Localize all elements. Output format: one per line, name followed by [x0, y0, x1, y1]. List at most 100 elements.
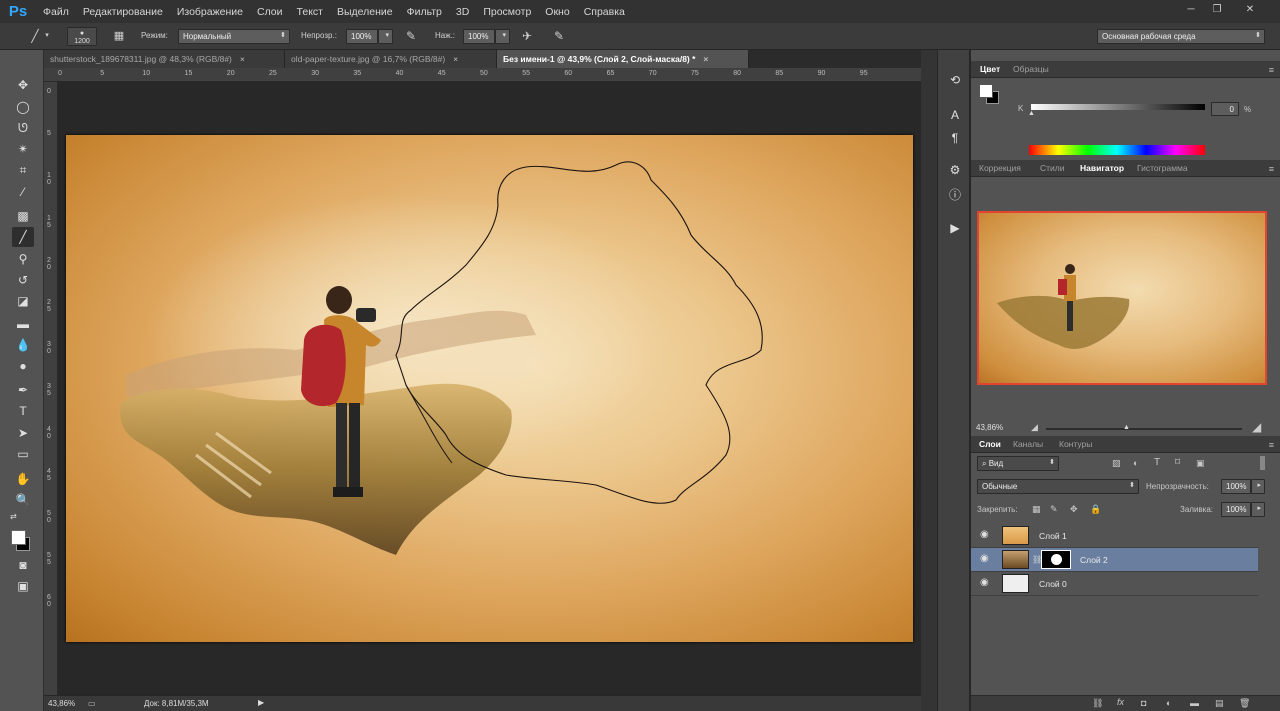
- layer-name[interactable]: Слой 2: [1080, 555, 1108, 565]
- swap-colors-icon[interactable]: ⇄: [10, 512, 17, 521]
- menu-item[interactable]: Фильтр: [400, 6, 449, 18]
- layer-row-sloy-2[interactable]: ◉ ⛓ Слой 2: [971, 548, 1258, 572]
- blend-mode-select[interactable]: Обычные ⬍: [977, 479, 1139, 494]
- quick-mask-icon[interactable]: ◙: [12, 555, 34, 575]
- tab-adjustments[interactable]: Коррекция: [979, 163, 1021, 173]
- tab-histogram[interactable]: Гистограмма: [1137, 163, 1188, 173]
- tab-paths[interactable]: Контуры: [1059, 439, 1092, 449]
- foreground-color-swatch[interactable]: [11, 530, 26, 545]
- new-layer-icon[interactable]: ▤: [1215, 698, 1224, 709]
- link-layers-icon[interactable]: ⛓: [1092, 698, 1103, 709]
- k-slider[interactable]: [1031, 104, 1205, 110]
- rectangle-tool-icon[interactable]: ▭: [12, 444, 34, 464]
- gradient-tool-icon[interactable]: ▬: [12, 314, 34, 334]
- new-adjustment-icon[interactable]: ◐: [1166, 698, 1171, 708]
- navigator-preview[interactable]: [977, 211, 1267, 385]
- eye-icon[interactable]: ◉: [980, 554, 992, 564]
- tab-navigator[interactable]: Навигатор: [1080, 163, 1124, 173]
- filter-smart-object-icon[interactable]: ▣: [1196, 458, 1205, 469]
- marquee-tool-icon[interactable]: ◯: [12, 97, 34, 117]
- close-window-icon[interactable]: ✕: [1238, 3, 1262, 17]
- actions-panel-icon[interactable]: ▶: [946, 219, 964, 237]
- dodge-tool-icon[interactable]: ●: [12, 356, 34, 376]
- history-panel-icon[interactable]: ⟲: [946, 71, 964, 89]
- layer-opacity-input[interactable]: 100%: [1221, 479, 1251, 494]
- pressure-dropdown[interactable]: ▾: [495, 29, 510, 44]
- layer-row-sloy-1[interactable]: ◉ Слой 1: [971, 524, 1258, 548]
- close-tab-icon[interactable]: ×: [240, 54, 245, 64]
- tab-swatches[interactable]: Образцы: [1013, 64, 1049, 74]
- zoom-out-icon[interactable]: ◢: [1031, 422, 1038, 433]
- hand-tool-icon[interactable]: ✋: [12, 469, 34, 489]
- layer-name[interactable]: Слой 0: [1039, 579, 1067, 589]
- pressure-input[interactable]: 100%: [463, 29, 495, 44]
- brush-panel-icon[interactable]: ▦: [110, 28, 128, 44]
- new-group-icon[interactable]: ▬: [1190, 698, 1199, 708]
- filter-toggle[interactable]: [1260, 456, 1265, 470]
- lock-pixels-icon[interactable]: ✎: [1050, 504, 1058, 515]
- k-value-input[interactable]: 0: [1211, 102, 1239, 116]
- paragraph-panel-icon[interactable]: ¶: [946, 129, 964, 147]
- move-tool-icon[interactable]: ✥: [12, 75, 34, 95]
- panel-menu-icon[interactable]: ≡: [1269, 164, 1274, 174]
- menu-item[interactable]: Редактирование: [76, 6, 170, 18]
- screen-mode-icon[interactable]: ▣: [12, 576, 34, 596]
- document-canvas[interactable]: [66, 135, 913, 642]
- lock-all-icon[interactable]: 🔒: [1090, 504, 1101, 515]
- clone-stamp-tool-icon[interactable]: ⚲: [12, 249, 34, 269]
- filter-pixel-icon[interactable]: ▨: [1112, 458, 1121, 469]
- workspace-select[interactable]: Основная рабочая среда ⬍: [1097, 29, 1265, 44]
- status-zoom[interactable]: 43,86%: [48, 699, 75, 708]
- horizontal-ruler[interactable]: 0 5 10 15 20 25 30 35 40 45 50 55 60 65 70 75 80 85 90 95: [44, 68, 921, 82]
- layer-mask-thumbnail[interactable]: [1041, 550, 1071, 569]
- adjustments-panel-icon[interactable]: ⚙: [946, 161, 964, 179]
- menu-item[interactable]: Слои: [250, 6, 290, 18]
- brush-tool-icon[interactable]: ╱: [27, 28, 43, 44]
- fg-color-chip[interactable]: [979, 84, 993, 98]
- menu-item[interactable]: Окно: [538, 6, 576, 18]
- tablet-size-icon[interactable]: ✎: [550, 28, 568, 44]
- lock-transparency-icon[interactable]: ▦: [1032, 504, 1041, 515]
- tab-channels[interactable]: Каналы: [1013, 439, 1043, 449]
- tool-preset-arrow-icon[interactable]: ▾: [43, 28, 51, 44]
- menu-item[interactable]: Текст: [290, 6, 330, 18]
- status-icon[interactable]: ▭: [88, 699, 96, 708]
- fill-dropdown[interactable]: ▸: [1251, 502, 1265, 517]
- brush-size-picker[interactable]: ● 1200: [67, 27, 97, 46]
- minimize-icon[interactable]: ─: [1182, 3, 1200, 17]
- status-menu-arrow-icon[interactable]: ▶: [258, 698, 264, 707]
- blur-tool-icon[interactable]: 💧: [12, 335, 34, 355]
- menu-item[interactable]: Файл: [36, 6, 76, 18]
- info-panel-icon[interactable]: ⓘ: [946, 186, 964, 204]
- quick-selection-tool-icon[interactable]: ✴: [12, 139, 34, 159]
- filter-shape-icon[interactable]: ⌑: [1175, 457, 1180, 468]
- menu-item[interactable]: Справка: [577, 6, 632, 18]
- canvas-area[interactable]: [58, 82, 921, 695]
- opacity-dropdown[interactable]: ▾: [378, 29, 393, 44]
- healing-brush-tool-icon[interactable]: ▩: [12, 206, 34, 226]
- eyedropper-tool-icon[interactable]: ⁄: [12, 182, 34, 202]
- tab-styles[interactable]: Стили: [1040, 163, 1065, 173]
- lock-position-icon[interactable]: ✥: [1070, 504, 1078, 515]
- fill-input[interactable]: 100%: [1221, 502, 1251, 517]
- character-panel-icon[interactable]: A: [946, 106, 964, 124]
- tab-layers[interactable]: Слои: [979, 439, 1001, 449]
- airbrush-icon[interactable]: ✈: [518, 28, 536, 44]
- tab-shutterstock[interactable]: shutterstock_189678311.jpg @ 48,3% (RGB/…: [44, 50, 285, 68]
- zoom-tool-icon[interactable]: 🔍: [12, 490, 34, 510]
- layer-style-icon[interactable]: fx: [1117, 697, 1124, 707]
- layer-row-sloy-0[interactable]: ◉ Слой 0: [971, 572, 1258, 596]
- close-tab-icon[interactable]: ×: [703, 54, 708, 64]
- navigator-zoom-value[interactable]: 43,86%: [976, 423, 1003, 432]
- eraser-tool-icon[interactable]: ◪: [12, 291, 34, 311]
- layer-opacity-dropdown[interactable]: ▸: [1251, 479, 1265, 494]
- panel-menu-icon[interactable]: ≡: [1269, 440, 1274, 450]
- eye-icon[interactable]: ◉: [980, 578, 992, 588]
- delete-layer-icon[interactable]: 🗑: [1239, 698, 1250, 709]
- lasso-tool-icon[interactable]: ᘎ: [12, 118, 34, 138]
- menu-item[interactable]: 3D: [449, 6, 476, 18]
- zoom-slider-handle-icon[interactable]: ▲: [1123, 424, 1130, 431]
- crop-tool-icon[interactable]: ⌗: [12, 160, 34, 180]
- tab-old-paper[interactable]: old-paper-texture.jpg @ 16,7% (RGB/8#) ×: [285, 50, 497, 68]
- tab-untitled-1[interactable]: Без имени-1 @ 43,9% (Слой 2, Слой-маска/…: [497, 50, 749, 68]
